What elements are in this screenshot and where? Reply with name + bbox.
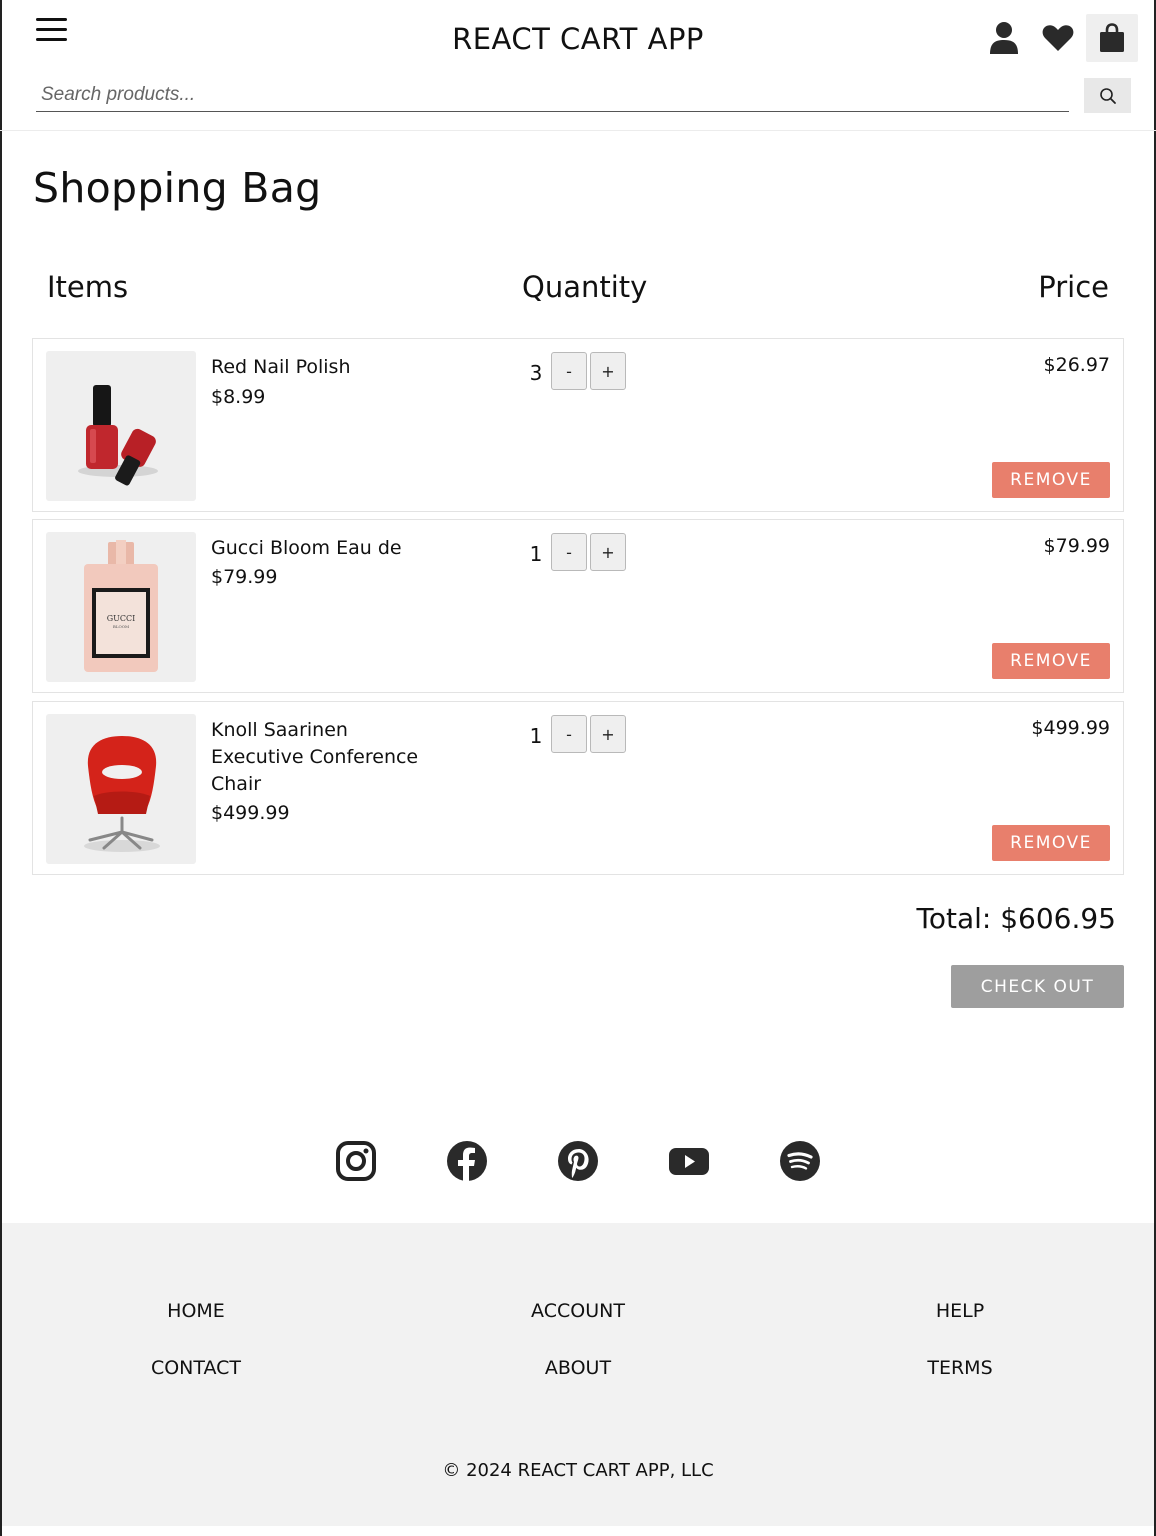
- remove-item-button[interactable]: REMOVE: [992, 462, 1110, 498]
- cart-total: Total: $606.95: [916, 902, 1116, 935]
- spotify-icon[interactable]: [778, 1139, 822, 1183]
- item-unit-price: $8.99: [211, 386, 266, 408]
- search-button[interactable]: [1084, 78, 1131, 113]
- remove-item-button[interactable]: REMOVE: [992, 643, 1110, 679]
- instagram-icon[interactable]: [334, 1139, 378, 1183]
- page-title: Shopping Bag: [33, 164, 322, 212]
- facebook-icon[interactable]: [445, 1139, 489, 1183]
- item-line-total: $26.97: [1043, 354, 1110, 376]
- footer-link-about[interactable]: ABOUT: [478, 1357, 678, 1379]
- search-input[interactable]: [36, 78, 1069, 112]
- item-name[interactable]: Knoll Saarinen Executive Conference Chai…: [211, 717, 421, 798]
- item-quantity: 3: [529, 361, 543, 385]
- decrease-quantity-button[interactable]: -: [551, 715, 587, 753]
- youtube-icon[interactable]: [667, 1139, 711, 1183]
- footer-link-home[interactable]: HOME: [96, 1300, 296, 1322]
- svg-text:GUCCI: GUCCI: [107, 614, 136, 623]
- header-divider: [0, 130, 1156, 131]
- column-header-items: Items: [47, 270, 129, 304]
- item-quantity: 1: [529, 724, 543, 748]
- product-image-gucci-bloom[interactable]: GUCCI BLOOM: [46, 532, 196, 682]
- item-unit-price: $499.99: [211, 802, 290, 824]
- footer: HOME ACCOUNT HELP CONTACT ABOUT TERMS © …: [2, 1223, 1154, 1526]
- column-header-price: Price: [1038, 270, 1109, 304]
- search-icon: [1099, 87, 1116, 104]
- cart-item-row: GUCCI BLOOM Gucci Bloom Eau de $79.99 1 …: [32, 519, 1124, 693]
- copyright-text: © 2024 REACT CART APP, LLC: [442, 1460, 714, 1481]
- decrease-quantity-button[interactable]: -: [551, 533, 587, 571]
- item-name[interactable]: Gucci Bloom Eau de: [211, 535, 421, 562]
- column-header-quantity: Quantity: [522, 270, 648, 304]
- cart-item-row: Red Nail Polish $8.99 3 - + $26.97 REMOV…: [32, 338, 1124, 512]
- shopping-bag-icon[interactable]: [1086, 14, 1138, 62]
- footer-link-help[interactable]: HELP: [860, 1300, 1060, 1322]
- footer-link-account[interactable]: ACCOUNT: [478, 1300, 678, 1322]
- item-line-total: $499.99: [1031, 717, 1110, 739]
- increase-quantity-button[interactable]: +: [590, 715, 626, 753]
- remove-item-button[interactable]: REMOVE: [992, 825, 1110, 861]
- user-icon[interactable]: [980, 14, 1028, 62]
- product-image-saarinen-chair[interactable]: [46, 714, 196, 864]
- item-name[interactable]: Red Nail Polish: [211, 354, 421, 381]
- decrease-quantity-button[interactable]: -: [551, 352, 587, 390]
- checkout-button[interactable]: CHECK OUT: [951, 965, 1124, 1008]
- cart-item-row: Knoll Saarinen Executive Conference Chai…: [32, 701, 1124, 875]
- increase-quantity-button[interactable]: +: [590, 533, 626, 571]
- item-quantity: 1: [529, 542, 543, 566]
- pinterest-icon[interactable]: [556, 1139, 600, 1183]
- svg-text:BLOOM: BLOOM: [113, 624, 129, 629]
- footer-link-terms[interactable]: TERMS: [860, 1357, 1060, 1379]
- increase-quantity-button[interactable]: +: [590, 352, 626, 390]
- product-image-nail-polish[interactable]: [46, 351, 196, 501]
- item-line-total: $79.99: [1043, 535, 1110, 557]
- footer-link-contact[interactable]: CONTACT: [96, 1357, 296, 1379]
- item-unit-price: $79.99: [211, 566, 278, 588]
- heart-icon[interactable]: [1034, 14, 1082, 62]
